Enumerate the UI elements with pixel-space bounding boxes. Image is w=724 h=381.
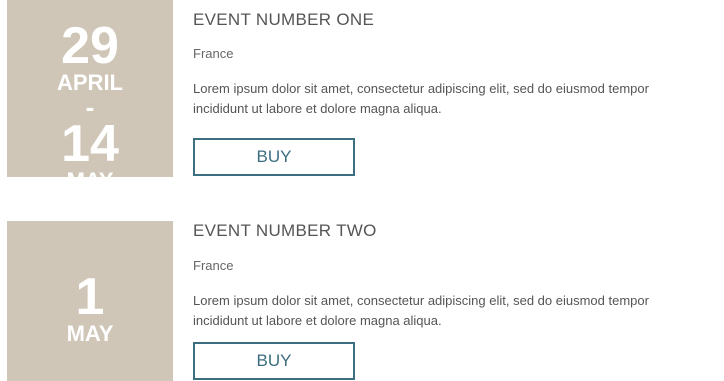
date-separator: - xyxy=(85,92,95,122)
end-day: 14 xyxy=(61,115,119,174)
event-title: EVENT NUMBER TWO xyxy=(193,221,377,240)
description-line: Lorem ipsum dolor sit amet, consectetur … xyxy=(193,293,649,308)
description-line: incididunt ut labore et dolore magna ali… xyxy=(193,101,442,116)
event-month: MAY xyxy=(66,321,114,346)
event-card: 1 MAY EVENT NUMBER TWO France Lorem ipsu… xyxy=(0,221,724,381)
event-title: EVENT NUMBER ONE xyxy=(193,10,375,29)
end-month: MAY xyxy=(66,168,114,194)
buy-button[interactable]: BUY xyxy=(193,342,355,380)
event-day: 1 xyxy=(75,268,105,326)
event-description: Lorem ipsum dolor sit amet, consectetur … xyxy=(193,291,724,331)
description-line: Lorem ipsum dolor sit amet, consectetur … xyxy=(193,81,649,96)
description-line: incididunt ut labore et dolore magna ali… xyxy=(193,313,442,328)
event-location: France xyxy=(193,46,234,61)
event-card: 29 APRIL - 14 MAY EVENT NUMBER ONE Franc… xyxy=(0,0,724,192)
buy-button[interactable]: BUY xyxy=(193,138,355,176)
event-location: France xyxy=(193,258,234,273)
date-box: 1 MAY xyxy=(7,221,173,381)
start-day: 29 xyxy=(61,17,119,75)
date-range-box: 29 APRIL - 14 MAY xyxy=(7,0,173,192)
event-description: Lorem ipsum dolor sit amet, consectetur … xyxy=(193,79,724,119)
start-month: APRIL xyxy=(57,70,123,95)
